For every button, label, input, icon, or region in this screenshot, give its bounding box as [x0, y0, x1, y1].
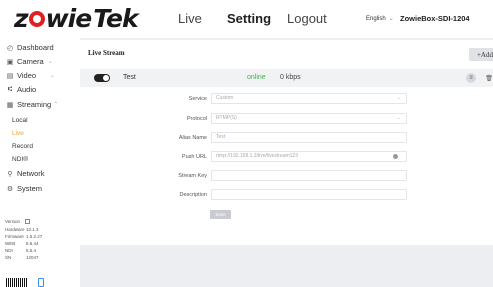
sidebar-subitem-live[interactable]: Live	[12, 130, 24, 137]
stream-key-label: Stream Key	[178, 173, 207, 179]
save-button[interactable]: Save	[210, 210, 231, 219]
info-key: SN	[5, 255, 12, 260]
language-select[interactable]: English ⌄	[366, 15, 394, 23]
sidebar-item-video[interactable]: ▤ Video ⌄	[6, 71, 55, 80]
logo-text-wie: wie	[45, 3, 93, 33]
add-stream-button[interactable]: +Add	[469, 48, 493, 61]
camera-icon: ▣	[6, 58, 14, 66]
stream-row[interactable]: Test online 0 kbps ≡ 🗑	[80, 69, 493, 87]
sidebar-item-streaming[interactable]: ▦ Streaming ⌃	[6, 100, 59, 109]
stream-bitrate: 0 kbps	[280, 74, 301, 81]
info-value: 1.5.2.27	[26, 234, 43, 239]
phone-icon[interactable]	[38, 278, 44, 287]
trash-icon[interactable]: 🗑	[484, 73, 493, 83]
main-content: Live Stream +Add Test online 0 kbps ≡ 🗑 …	[80, 38, 493, 287]
sidebar-subitem-local[interactable]: Local	[12, 117, 28, 124]
sidebar: ◴ Dashboard ▣ Camera ⌄ ▤ Video ⌄ ⑆ Audio…	[0, 38, 80, 287]
sidebar-item-system[interactable]: ⚙ System	[6, 184, 42, 193]
sidebar-item-label: Streaming	[17, 100, 52, 109]
collapse-icon[interactable]: ≡	[466, 73, 476, 83]
nav-setting[interactable]: Setting	[227, 11, 271, 26]
chevron-down-icon: ⌄	[50, 73, 56, 79]
info-key: Version	[5, 219, 21, 224]
eye-icon[interactable]	[393, 154, 398, 159]
info-key: Firmware	[5, 234, 24, 239]
alias-name-value: Test	[216, 134, 226, 140]
language-label: English	[366, 15, 386, 22]
info-version: Version	[5, 219, 30, 224]
info-value: 5.5.4	[26, 248, 37, 253]
service-select[interactable]: Custom ⌄	[211, 93, 407, 104]
alias-name-input[interactable]: Test	[211, 132, 407, 143]
top-header: z wie Tek Live Setting Logout English ⌄ …	[0, 0, 493, 38]
zowietek-logo[interactable]: z wie Tek	[14, 3, 139, 33]
page-title: Live Stream	[88, 49, 125, 57]
dashboard-icon: ◴	[6, 44, 14, 52]
sidebar-subitem-ndi[interactable]: NDI®	[12, 156, 28, 163]
info-key: WEB	[5, 241, 16, 246]
logo-o-mark	[28, 11, 45, 27]
description-input[interactable]	[211, 189, 407, 200]
chevron-down-icon: ⌄	[47, 59, 53, 65]
stream-status: online	[247, 74, 266, 81]
sidebar-item-label: Audio	[17, 85, 37, 94]
sidebar-item-label: Camera	[17, 57, 44, 66]
logo-text-tek: Tek	[93, 3, 138, 33]
protocol-label: Protocol	[186, 116, 207, 122]
nav-live[interactable]: Live	[178, 11, 202, 26]
stream-toggle[interactable]	[94, 74, 110, 82]
sidebar-item-label: Dashboard	[17, 43, 54, 52]
device-name: ZowieBox-SDI-1204	[400, 14, 470, 23]
chevron-down-icon: ⌄	[396, 115, 401, 121]
nav-logout[interactable]: Logout	[287, 11, 327, 26]
info-value: 10.1.3	[26, 227, 39, 232]
sidebar-item-dashboard[interactable]: ◴ Dashboard	[6, 43, 54, 52]
push-url-input[interactable]: rtmp://192.168.1.3/live/livestream123	[211, 151, 407, 162]
sidebar-item-network[interactable]: ⚲ Network	[6, 169, 45, 178]
sidebar-item-label: System	[17, 184, 43, 193]
chevron-down-icon: ⌄	[396, 95, 401, 101]
service-value: Custom	[216, 95, 234, 101]
info-key: NDI	[5, 248, 13, 253]
sidebar-item-camera[interactable]: ▣ Camera ⌄	[6, 57, 53, 66]
info-ndi: NDI 5.5.4	[5, 248, 36, 253]
protocol-select[interactable]: RTMP(S) ⌄	[211, 113, 407, 124]
streaming-icon: ▦	[6, 101, 14, 109]
push-url-label: Push URL	[181, 154, 207, 160]
info-hardware: Hardware 10.1.3	[5, 227, 39, 232]
audio-icon: ⑆	[7, 86, 13, 93]
copy-icon	[25, 219, 30, 224]
video-icon: ▤	[6, 72, 14, 80]
sidebar-subitem-record[interactable]: Record	[12, 143, 33, 150]
sidebar-item-label: Network	[17, 169, 45, 178]
info-web: WEB 5.6.44	[5, 241, 39, 246]
gear-icon: ⚙	[6, 185, 14, 193]
push-url-value: rtmp://192.168.1.3/live/livestream123	[216, 153, 298, 159]
service-label: Service	[188, 96, 207, 102]
chevron-up-icon: ⌃	[53, 102, 59, 108]
info-sn: SN 12047	[5, 255, 39, 260]
info-value: 12047	[26, 255, 39, 260]
info-firmware: Firmware 1.5.2.27	[5, 234, 42, 239]
stream-name: Test	[123, 74, 136, 81]
logo-text-z: z	[14, 3, 29, 33]
chevron-down-icon: ⌄	[388, 16, 394, 22]
live-stream-panel: Live Stream +Add Test online 0 kbps ≡ 🗑 …	[80, 40, 493, 245]
stream-key-input[interactable]	[211, 170, 407, 181]
info-key: Hardware	[5, 227, 25, 232]
info-value: 5.6.44	[26, 241, 39, 246]
protocol-value: RTMP(S)	[216, 115, 237, 121]
description-label: Description	[179, 192, 207, 198]
alias-name-label: Alias Name	[178, 135, 207, 141]
sidebar-item-audio[interactable]: ⑆ Audio	[6, 85, 36, 94]
network-icon: ⚲	[7, 170, 13, 178]
sidebar-item-label: Video	[17, 71, 37, 80]
qr-code-icon[interactable]	[6, 278, 28, 287]
